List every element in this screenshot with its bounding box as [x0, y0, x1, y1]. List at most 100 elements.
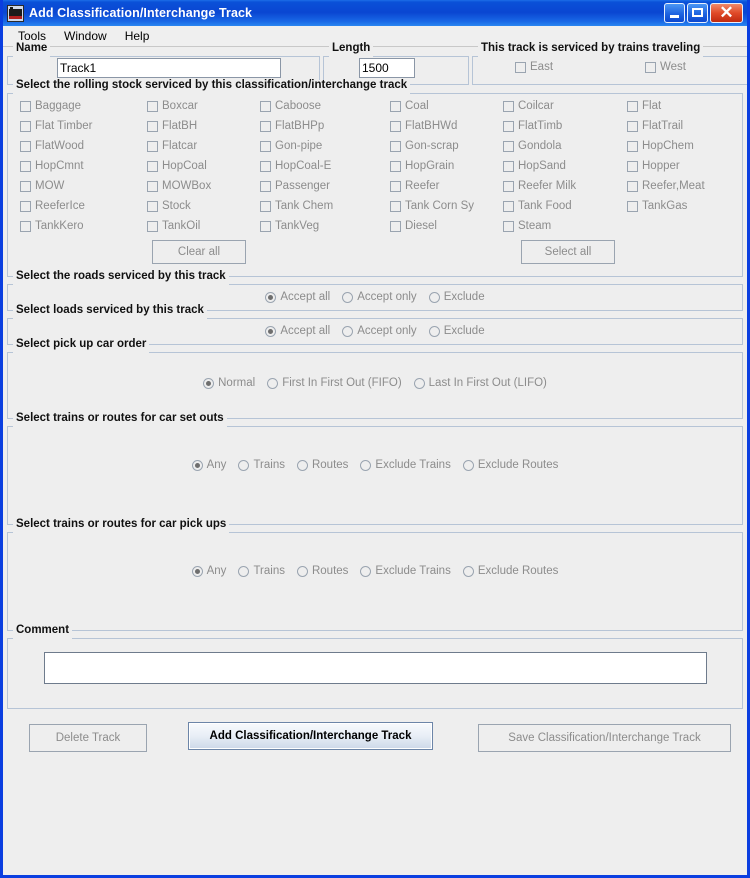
- checkbox-label: MOW: [35, 180, 65, 192]
- checkbox-hopchem[interactable]: HopChem: [627, 139, 736, 153]
- checkbox-caboose[interactable]: Caboose: [260, 99, 390, 113]
- checkbox-box-icon: [503, 100, 514, 112]
- checkbox-hopsand[interactable]: HopSand: [503, 159, 627, 173]
- radio-pickups-any[interactable]: Any: [191, 564, 226, 578]
- direction-group-legend: This track is serviced by trains traveli…: [478, 42, 704, 54]
- name-input[interactable]: [57, 58, 281, 78]
- radio-loads-accept-all[interactable]: Accept all: [265, 324, 330, 338]
- delete-track-button[interactable]: Delete Track: [29, 724, 147, 752]
- checkbox-mow[interactable]: MOW: [20, 179, 147, 193]
- add-track-button[interactable]: Add Classification/Interchange Track: [188, 722, 433, 750]
- radio-loads-exclude[interactable]: Exclude: [428, 324, 485, 338]
- radio-label: Last In First Out (LIFO): [428, 377, 547, 389]
- checkbox-hopper[interactable]: Hopper: [627, 159, 736, 173]
- radio-loads-accept-only[interactable]: Accept only: [342, 324, 417, 338]
- radio-roads-accept-only[interactable]: Accept only: [342, 290, 417, 304]
- radio-circle-icon: [238, 459, 250, 471]
- checkbox-diesel[interactable]: Diesel: [390, 219, 503, 233]
- checkbox-box-icon: [20, 120, 31, 132]
- checkbox-reefer-milk[interactable]: Reefer Milk: [503, 179, 627, 193]
- checkbox-tankkero[interactable]: TankKero: [20, 219, 147, 233]
- checkbox-flatcar[interactable]: Flatcar: [147, 139, 260, 153]
- radio-circle-icon: [342, 291, 354, 303]
- radio-setouts-any[interactable]: Any: [191, 458, 226, 472]
- checkbox-hopcmnt[interactable]: HopCmnt: [20, 159, 147, 173]
- checkbox-steam[interactable]: Steam: [503, 219, 627, 233]
- checkbox-reefer[interactable]: Reefer: [390, 179, 503, 193]
- checkbox-hopcoal-e[interactable]: HopCoal-E: [260, 159, 390, 173]
- checkbox-flattrail[interactable]: FlatTrail: [627, 119, 736, 133]
- radio-setouts-exclude-trains[interactable]: Exclude Trains: [360, 458, 451, 472]
- checkbox-flat-timber[interactable]: Flat Timber: [20, 119, 147, 133]
- checkbox-gon-pipe[interactable]: Gon-pipe: [260, 139, 390, 153]
- menu-help[interactable]: Help: [116, 27, 159, 45]
- radio-roads-exclude[interactable]: Exclude: [428, 290, 485, 304]
- save-track-button[interactable]: Save Classification/Interchange Track: [478, 724, 731, 752]
- checkbox-stock[interactable]: Stock: [147, 199, 260, 213]
- checkbox-west-label: West: [660, 61, 686, 73]
- checkbox-box-icon: [260, 180, 271, 192]
- grid-spacer: [627, 219, 736, 233]
- checkbox-box-icon: [147, 140, 158, 152]
- direction-group: This track is serviced by trains traveli…: [472, 42, 747, 85]
- clear-all-button[interactable]: Clear all: [152, 240, 246, 264]
- checkbox-tankoil[interactable]: TankOil: [147, 219, 260, 233]
- radio-pickups-routes[interactable]: Routes: [296, 564, 349, 578]
- checkbox-boxcar[interactable]: Boxcar: [147, 99, 260, 113]
- checkbox-box-icon: [147, 120, 158, 132]
- checkbox-flattimb[interactable]: FlatTimb: [503, 119, 627, 133]
- select-all-button[interactable]: Select all: [521, 240, 615, 264]
- checkbox-gondola[interactable]: Gondola: [503, 139, 627, 153]
- checkbox-mowbox[interactable]: MOWBox: [147, 179, 260, 193]
- radio-roads-accept-all[interactable]: Accept all: [265, 290, 330, 304]
- close-icon[interactable]: ✕: [710, 3, 743, 23]
- checkbox-flatbhwd[interactable]: FlatBHWd: [390, 119, 503, 133]
- checkbox-flatbh[interactable]: FlatBH: [147, 119, 260, 133]
- checkbox-baggage[interactable]: Baggage: [20, 99, 147, 113]
- checkbox-tankveg[interactable]: TankVeg: [260, 219, 390, 233]
- radio-setouts-routes[interactable]: Routes: [296, 458, 349, 472]
- checkbox-tank-chem[interactable]: Tank Chem: [260, 199, 390, 213]
- radio-order-normal[interactable]: Normal: [203, 376, 255, 390]
- checkbox-reefer-meat[interactable]: Reefer,Meat: [627, 179, 736, 193]
- checkbox-flatbhpp[interactable]: FlatBHPp: [260, 119, 390, 133]
- checkbox-box-icon: [260, 160, 271, 172]
- checkbox-west[interactable]: West: [645, 60, 747, 74]
- radio-setouts-trains[interactable]: Trains: [238, 458, 285, 472]
- checkbox-coilcar[interactable]: Coilcar: [503, 99, 627, 113]
- checkbox-tank-food[interactable]: Tank Food: [503, 199, 627, 213]
- radio-pickups-exclude-trains[interactable]: Exclude Trains: [360, 564, 451, 578]
- pickups-group-legend: Select trains or routes for car pick ups: [13, 518, 230, 530]
- checkbox-label: HopChem: [642, 140, 694, 152]
- checkbox-label: TankGas: [642, 200, 688, 212]
- radio-label: Routes: [311, 565, 349, 577]
- radio-pickups-trains[interactable]: Trains: [238, 564, 285, 578]
- checkbox-east[interactable]: East: [515, 60, 645, 74]
- checkbox-flatwood[interactable]: FlatWood: [20, 139, 147, 153]
- checkbox-tank-corn-sy[interactable]: Tank Corn Sy: [390, 199, 503, 213]
- minimize-icon[interactable]: [664, 3, 685, 23]
- checkbox-flat[interactable]: Flat: [627, 99, 736, 113]
- pickup-order-radio-row: Normal First In First Out (FIFO) Last In…: [14, 354, 736, 390]
- radio-setouts-exclude-routes[interactable]: Exclude Routes: [462, 458, 558, 472]
- radio-pickups-exclude-routes[interactable]: Exclude Routes: [462, 564, 558, 578]
- title-bar: Add Classification/Interchange Track ✕: [3, 0, 747, 26]
- checkbox-hopcoal[interactable]: HopCoal: [147, 159, 260, 173]
- menu-window[interactable]: Window: [55, 27, 116, 45]
- length-input[interactable]: [359, 58, 415, 78]
- checkbox-passenger[interactable]: Passenger: [260, 179, 390, 193]
- checkbox-box-icon: [515, 61, 526, 73]
- checkbox-box-icon: [627, 120, 638, 132]
- checkbox-gon-scrap[interactable]: Gon-scrap: [390, 139, 503, 153]
- checkbox-hopgrain[interactable]: HopGrain: [390, 159, 503, 173]
- checkbox-coal[interactable]: Coal: [390, 99, 503, 113]
- comment-input[interactable]: [43, 652, 707, 684]
- radio-order-fifo[interactable]: First In First Out (FIFO): [267, 376, 402, 390]
- checkbox-box-icon: [147, 160, 158, 172]
- radio-order-lifo[interactable]: Last In First Out (LIFO): [413, 376, 547, 390]
- checkbox-box-icon: [390, 180, 401, 192]
- maximize-icon[interactable]: [687, 3, 708, 23]
- checkbox-reefer-ice[interactable]: ReeferIce: [20, 199, 147, 213]
- radio-label: Routes: [311, 459, 349, 471]
- checkbox-tankgas[interactable]: TankGas: [627, 199, 736, 213]
